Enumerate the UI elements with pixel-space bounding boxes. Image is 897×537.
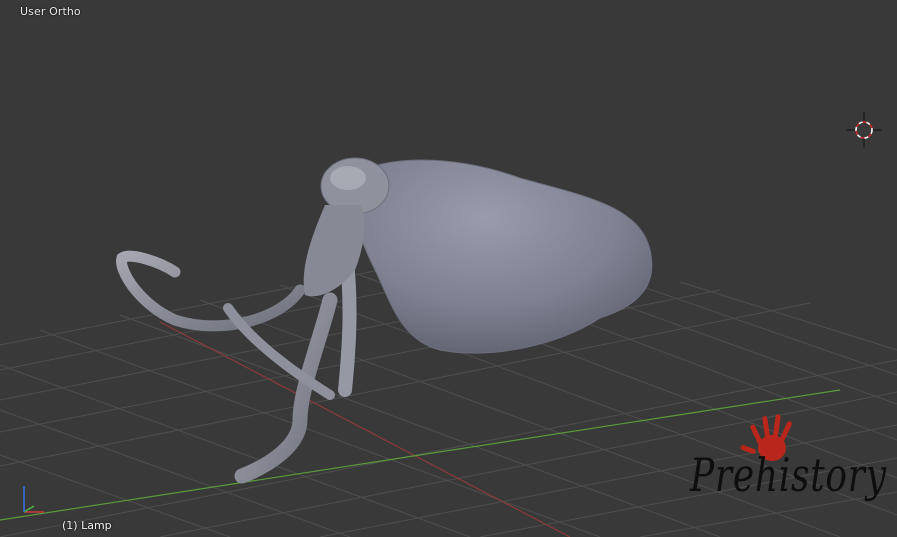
view-mode-label: User Ortho xyxy=(20,5,81,18)
axis-gizmo-icon xyxy=(23,486,44,513)
octopus-mesh[interactable] xyxy=(116,157,653,484)
prehistory-logo-text: Prehistory xyxy=(690,448,887,502)
active-object-label: (1) Lamp xyxy=(62,519,112,532)
3d-cursor-icon[interactable] xyxy=(846,112,882,148)
x-axis-line xyxy=(159,321,571,537)
3d-viewport[interactable]: User Ortho (1) Lamp Prehistory xyxy=(0,0,897,537)
